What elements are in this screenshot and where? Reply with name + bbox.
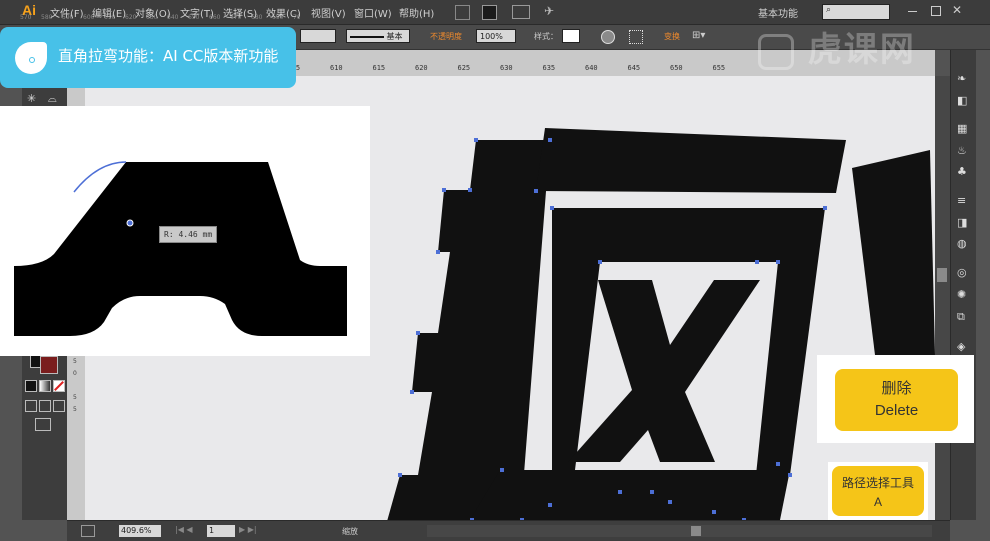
artboard-nav-icon[interactable] bbox=[81, 525, 95, 537]
bridge-icon[interactable] bbox=[455, 5, 470, 20]
watermark-text: 虎课网 bbox=[807, 30, 916, 70]
gradient-panel-icon[interactable]: ◨ bbox=[957, 216, 967, 229]
more-options-icon[interactable]: ⊞▾ bbox=[692, 30, 705, 41]
ruler-tick: 625 bbox=[457, 64, 471, 72]
menu-help[interactable]: 帮助(H) bbox=[399, 5, 434, 20]
glyph-right-partial bbox=[852, 150, 935, 355]
menu-object[interactable]: 对象(O) bbox=[135, 5, 171, 20]
gpu-rocket-icon[interactable]: ✈ bbox=[544, 4, 554, 18]
graphic-styles-icon[interactable]: ✺ bbox=[957, 288, 966, 301]
watermark: 虎课网 bbox=[758, 22, 916, 71]
maximize-window-icon[interactable] bbox=[931, 6, 941, 16]
workspace-switcher[interactable]: 基本功能 bbox=[758, 5, 798, 20]
glyph-bottom-bar bbox=[470, 470, 790, 520]
path-select-shortcut-card: 路径选择工具 A bbox=[828, 462, 928, 520]
menu-window[interactable]: 窗口(W) bbox=[354, 5, 392, 20]
delete-label-zh: 删除 bbox=[881, 379, 912, 397]
color-mode-icon[interactable] bbox=[25, 380, 37, 392]
path-select-key-badge: 路径选择工具 A bbox=[832, 466, 924, 516]
arrange-documents-icon[interactable] bbox=[482, 5, 497, 20]
delete-shortcut-card: 删除 Delete bbox=[817, 355, 974, 443]
draw-behind-icon[interactable] bbox=[39, 400, 51, 412]
ruler-tick: 630 bbox=[500, 64, 513, 72]
gradient-mode-icon[interactable] bbox=[39, 380, 51, 392]
ruler-tick: 645 bbox=[627, 64, 641, 72]
ruler-tick: 635 bbox=[542, 64, 556, 72]
delete-key-badge: 删除 Delete bbox=[835, 369, 958, 431]
stroke-line-preview bbox=[350, 35, 384, 38]
page-next-icon[interactable]: ▶ ▶| bbox=[239, 525, 257, 534]
workspace-layout-icon[interactable] bbox=[512, 5, 530, 19]
menu-view[interactable]: 视图(V) bbox=[311, 5, 346, 20]
horizontal-scrollbar[interactable] bbox=[427, 525, 932, 537]
ruler-tick: 655 bbox=[712, 64, 726, 72]
lasso-tool-icon[interactable]: ⌓ bbox=[48, 92, 57, 106]
zoomed-detail-inset: R: 4.46 mm bbox=[0, 106, 370, 356]
draw-inside-icon[interactable] bbox=[53, 400, 65, 412]
menu-effect[interactable]: 效果(C) bbox=[266, 5, 301, 20]
tutorial-curve-icon bbox=[15, 42, 47, 74]
stroke-profile-label: 基本 bbox=[386, 32, 403, 41]
close-window-icon[interactable]: ✕ bbox=[952, 3, 962, 17]
opacity-field[interactable]: 100% bbox=[476, 29, 516, 43]
menu-file[interactable]: 文件(F) bbox=[50, 5, 84, 20]
radius-tooltip: R: 4.46 mm bbox=[159, 226, 218, 243]
ruler-tick: 650 bbox=[670, 64, 683, 72]
banner-title: 直角拉弯功能：AI CC版本新功能 bbox=[58, 47, 279, 65]
layers-grid-icon[interactable]: ▦ bbox=[957, 122, 967, 135]
page-field[interactable]: 1 bbox=[207, 525, 235, 537]
page-first-icon[interactable]: |◀ ◀ bbox=[175, 525, 193, 534]
menu-select[interactable]: 选择(S) bbox=[223, 5, 257, 20]
ruler-tick: 615 bbox=[372, 64, 386, 72]
scroll-thumb[interactable] bbox=[937, 268, 947, 282]
status-bar: 409.6% |◀ ◀ 1 ▶ ▶| 缩放 bbox=[67, 520, 950, 541]
screen-mode-icon[interactable] bbox=[35, 418, 51, 431]
stroke-weight-field[interactable] bbox=[300, 29, 336, 43]
artboards-panel-icon[interactable]: ⧉ bbox=[957, 310, 965, 324]
corner-widget-handle bbox=[126, 219, 134, 227]
brushes-panel-icon[interactable]: ❧ bbox=[957, 72, 966, 85]
recolor-artwork-icon[interactable] bbox=[601, 30, 615, 44]
background-ruler-tick: 570 bbox=[20, 14, 32, 21]
glyph-top-bar bbox=[536, 128, 846, 193]
delete-label-en: Delete bbox=[874, 402, 919, 419]
opacity-label[interactable]: 不透明度 bbox=[430, 31, 462, 42]
path-select-key: A bbox=[873, 495, 882, 509]
transparency-panel-icon[interactable]: ◍ bbox=[957, 237, 967, 250]
ruler-tick: 620 bbox=[415, 64, 428, 72]
ruler-tick: 640 bbox=[585, 64, 598, 72]
glyph-x-shape bbox=[568, 280, 760, 462]
glyph-left-radical bbox=[387, 140, 550, 520]
magic-wand-tool-icon[interactable]: ✳ bbox=[27, 92, 36, 105]
panel-dock: ❧ ◧ ▦ ♨ ♣ ≡ ◨ ◍ ◎ ✺ ⧉ ◈ bbox=[950, 50, 976, 520]
graphic-style-swatch[interactable] bbox=[562, 29, 580, 43]
align-grid-icon[interactable] bbox=[629, 30, 643, 44]
style-label: 样式： bbox=[534, 32, 558, 41]
watermark-logo-icon bbox=[758, 33, 794, 70]
menu-edit[interactable]: 编辑(E) bbox=[92, 5, 126, 20]
path-select-label: 路径选择工具 bbox=[841, 476, 914, 490]
transform-link[interactable]: 变换 bbox=[664, 31, 680, 42]
search-icon: ⌕ bbox=[826, 5, 832, 15]
none-mode-icon[interactable] bbox=[53, 380, 65, 392]
current-tool-label: 缩放 bbox=[342, 527, 358, 536]
symbol-sprayer-icon[interactable]: ♨ bbox=[957, 144, 967, 157]
vertical-scrollbar[interactable] bbox=[935, 76, 950, 520]
ruler-tick: 610 bbox=[330, 64, 343, 72]
stroke-panel-icon[interactable]: ≡ bbox=[957, 194, 966, 207]
tutorial-banner: 直角拉弯功能：AI CC版本新功能 bbox=[0, 27, 296, 88]
horizontal-scroll-thumb[interactable] bbox=[691, 526, 701, 536]
stroke-swatch[interactable] bbox=[40, 356, 58, 374]
zoom-dropdown[interactable]: 409.6% bbox=[119, 525, 161, 537]
minimize-window-icon[interactable] bbox=[908, 11, 917, 12]
draw-normal-icon[interactable] bbox=[25, 400, 37, 412]
appearance-panel-icon[interactable]: ◎ bbox=[957, 266, 967, 279]
symbols-panel-icon[interactable]: ♣ bbox=[957, 165, 967, 178]
stroke-profile-dropdown[interactable]: 基本 bbox=[346, 29, 410, 43]
layers-panel-icon[interactable]: ◈ bbox=[957, 340, 965, 353]
search-field[interactable]: ⌕ bbox=[822, 4, 890, 20]
swatches-panel-icon[interactable]: ◧ bbox=[957, 94, 967, 107]
menu-type[interactable]: 文字(T) bbox=[180, 5, 214, 20]
